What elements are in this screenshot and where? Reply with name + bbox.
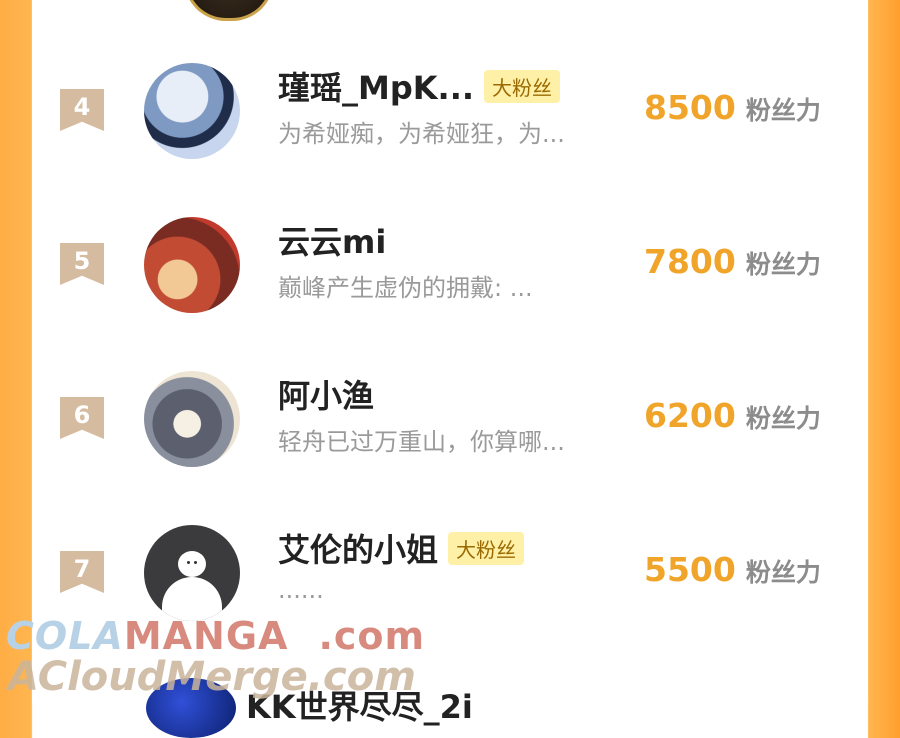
avatar[interactable] (144, 371, 240, 467)
fan-score: 5500 (644, 550, 736, 589)
user-name[interactable]: 云云mi (278, 217, 386, 263)
fan-score: 6200 (644, 396, 736, 435)
user-name[interactable]: 阿小渔 (278, 371, 374, 417)
fan-score-unit: 粉丝力 (745, 558, 821, 587)
user-name[interactable]: 瑾瑶_MpK... (278, 63, 474, 109)
ranking-panel: 4 瑾瑶_MpK... 大粉丝 为希娅痴，为希娅狂，为... 8500 粉丝力 … (32, 0, 868, 702)
user-description: 巅峰产生虚伪的拥戴: ... (278, 274, 533, 302)
rank-badge: 6 (60, 397, 104, 439)
ghost-icon (178, 551, 206, 577)
user-name[interactable]: 艾伦的小姐 (278, 525, 438, 571)
list-item[interactable]: 4 瑾瑶_MpK... 大粉丝 为希娅痴，为希娅狂，为... 8500 粉丝力 (32, 58, 868, 178)
fan-score-unit: 粉丝力 (745, 404, 821, 433)
fan-score: 7800 (644, 242, 736, 281)
list-item[interactable]: 5 云云mi 巅峰产生虚伪的拥戴: ... 7800 粉丝力 (32, 212, 868, 332)
avatar[interactable] (184, 0, 274, 21)
watermark: COLAMANGA .com (6, 614, 426, 658)
user-description: 为希娅痴，为希娅狂，为... (278, 120, 565, 148)
fan-badge: 大粉丝 (448, 531, 525, 565)
list-item[interactable]: 6 阿小渔 轻舟已过万重山，你算哪... 6200 粉丝力 (32, 366, 868, 486)
user-description: ...... (278, 576, 324, 604)
avatar[interactable] (144, 217, 240, 313)
rank-badge: 5 (60, 243, 104, 285)
fan-score: 8500 (644, 88, 736, 127)
fan-badge: 大粉丝 (484, 69, 561, 103)
rank-badge: 7 (60, 551, 104, 593)
user-description: 轻舟已过万重山，你算哪... (278, 428, 565, 456)
fan-score-unit: 粉丝力 (745, 96, 821, 125)
rank-badge: 4 (60, 89, 104, 131)
watermark-secondary: ACloudMerge.com (8, 654, 416, 700)
fan-score-unit: 粉丝力 (745, 250, 821, 279)
avatar[interactable] (144, 63, 240, 159)
default-avatar[interactable] (144, 525, 240, 621)
